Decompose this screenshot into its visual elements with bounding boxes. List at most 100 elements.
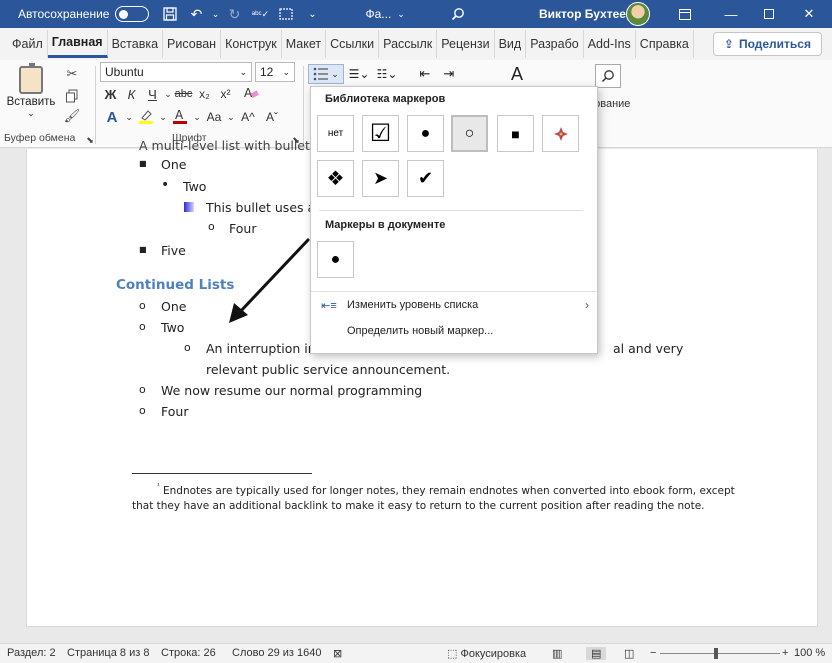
chevron-down-icon[interactable]: ⌄ — [163, 89, 173, 100]
tab-layout[interactable]: Макет — [282, 30, 327, 58]
chevron-down-icon[interactable]: ⌄ — [192, 112, 202, 123]
cut-icon[interactable]: ✂ — [62, 64, 82, 84]
subscript-button[interactable]: x₂ — [194, 87, 215, 101]
clear-formatting-icon[interactable]: A — [236, 86, 266, 103]
avatar[interactable] — [626, 2, 650, 26]
bullet-option-color-star[interactable] — [542, 115, 579, 152]
status-line[interactable]: Строка: 26 — [161, 647, 216, 659]
list-marker: o — [139, 320, 146, 333]
web-layout-icon[interactable]: ◫ — [624, 647, 634, 660]
zoom-out-icon[interactable]: − — [650, 647, 656, 659]
ribbon-display-icon[interactable] — [662, 0, 708, 28]
undo-dropdown-icon[interactable]: ⌄ — [209, 1, 221, 27]
focus-label: Фокусировка — [460, 648, 527, 660]
document-title[interactable]: Фа... ⌄ — [365, 7, 404, 21]
search-icon[interactable] — [595, 64, 621, 88]
zoom-level[interactable]: 100 % — [794, 647, 825, 659]
tab-design[interactable]: Конструк — [221, 30, 282, 58]
font-color-row: A ⌄ ⌄ A ⌄ Aa ⌄ A^ Aˇ — [100, 107, 284, 127]
bullet-option-square[interactable]: ■ — [497, 115, 534, 152]
zoom-slider[interactable] — [660, 653, 780, 654]
font-name-select[interactable]: Ubuntu ⌄ — [100, 62, 252, 82]
text-effects-icon[interactable]: A — [100, 109, 124, 126]
spelling-icon[interactable]: ᵃᵇᶜ✓ — [247, 1, 273, 27]
list-marker: ■ — [139, 245, 147, 254]
tab-add-ins[interactable]: Add-Ins — [584, 30, 636, 58]
bullet-option-hollow-circle[interactable]: ○ — [451, 115, 488, 152]
proofing-icon[interactable]: ⊠ — [333, 647, 342, 660]
customize-qat-icon[interactable]: ⌄ — [299, 1, 325, 27]
copy-icon[interactable] — [62, 86, 82, 106]
search-icon[interactable] — [445, 1, 471, 27]
bullet-option-none[interactable]: нет — [317, 115, 354, 152]
italic-button[interactable]: К — [121, 87, 142, 102]
tab-draw[interactable]: Рисован — [163, 30, 222, 58]
zoom-slider-thumb[interactable] — [714, 648, 718, 659]
change-case-button[interactable]: Aa — [202, 110, 226, 124]
close-icon[interactable]: ✕ — [786, 0, 832, 28]
grow-font-button[interactable]: A^ — [236, 110, 260, 124]
bullet-option-filled-circle[interactable]: ● — [407, 115, 444, 152]
font-name-value: Ubuntu — [105, 65, 144, 79]
save-icon[interactable] — [157, 1, 183, 27]
picture-bullet-icon — [184, 202, 194, 212]
list-item-continuation: al and very — [613, 341, 684, 356]
tab-view[interactable]: Вид — [495, 30, 527, 58]
tab-file[interactable]: Файл — [8, 30, 48, 58]
tab-home[interactable]: Главная — [47, 30, 108, 58]
document-bullet-filled-circle[interactable]: ● — [317, 241, 354, 278]
increase-indent-icon[interactable]: ⇥ — [438, 66, 460, 82]
bullet-library-dropdown: Библиотека маркеров нет ☑ ● ○ ■ ❖ ➤ ✔ Ма… — [310, 86, 598, 354]
bold-button[interactable]: Ж — [100, 87, 121, 102]
bullet-option-checkmark[interactable]: ✔ — [407, 160, 444, 197]
highlight-icon[interactable] — [134, 108, 158, 127]
chevron-down-icon[interactable]: ⌄ — [158, 112, 168, 123]
numbering-icon[interactable]: ☰⌄ — [346, 67, 372, 81]
bullet-option-arrow[interactable]: ➤ — [362, 160, 399, 197]
font-size-select[interactable]: 12 ⌄ — [255, 62, 295, 82]
shrink-font-button[interactable]: Aˇ — [260, 110, 284, 124]
paste-button[interactable]: Вставить ⌄ — [6, 63, 56, 128]
chevron-down-icon[interactable]: ⌄ — [226, 112, 236, 123]
define-new-bullet-item[interactable]: Определить новый маркер... — [311, 320, 597, 342]
bullet-option-checkbox[interactable]: ☑ — [362, 115, 399, 152]
list-item: Two — [183, 179, 207, 194]
tab-references[interactable]: Ссылки — [326, 30, 380, 58]
zoom-in-icon[interactable]: + — [782, 647, 788, 659]
bullet-option-diamond[interactable]: ❖ — [317, 160, 354, 197]
dialog-launcher-icon[interactable]: ⬊ — [80, 130, 100, 150]
style-a-icon[interactable]: A — [494, 64, 540, 85]
font-color-icon[interactable]: A — [168, 108, 192, 127]
user-name[interactable]: Виктор Бухтеев — [539, 7, 633, 21]
status-bar: Раздел: 2 Страница 8 из 8 Строка: 26 Сло… — [0, 643, 832, 663]
print-layout-icon[interactable]: ▤ — [586, 647, 607, 660]
status-section[interactable]: Раздел: 2 — [7, 647, 56, 659]
group-separator — [95, 66, 96, 144]
chevron-down-icon[interactable]: ⌄ — [124, 112, 134, 123]
share-button[interactable]: ⇪ Поделиться — [712, 32, 822, 56]
focus-icon: ⬚ — [447, 648, 458, 660]
undo-icon[interactable]: ↶ — [183, 1, 209, 27]
superscript-button[interactable]: x² — [215, 87, 236, 101]
form-icon[interactable] — [273, 1, 299, 27]
status-words[interactable]: Слово 29 из 1640 — [232, 647, 322, 659]
tab-help[interactable]: Справка — [636, 30, 694, 58]
strikethrough-button[interactable]: abc — [173, 88, 194, 100]
tab-review[interactable]: Рецензи — [437, 30, 495, 58]
focus-mode[interactable]: ⬚ Фокусировка — [447, 647, 526, 660]
tab-mailings[interactable]: Рассылк — [379, 30, 438, 58]
tab-developer[interactable]: Разрабо — [526, 30, 584, 58]
change-list-level-item[interactable]: ⇤≡ Изменить уровень списка › — [311, 294, 597, 316]
read-mode-icon[interactable]: ▥ — [552, 647, 562, 660]
tab-insert[interactable]: Вставка — [108, 30, 164, 58]
decrease-indent-icon[interactable]: ⇤ — [414, 66, 436, 82]
share-icon: ⇪ — [723, 37, 734, 51]
multilevel-list-icon[interactable]: ☷⌄ — [374, 67, 400, 81]
autosave-toggle[interactable] — [115, 6, 150, 22]
chevron-down-icon: ⌄ — [239, 66, 247, 77]
format-painter-icon[interactable]: 🖌 — [62, 106, 82, 126]
redo-icon[interactable]: ↻ — [221, 1, 247, 27]
status-page[interactable]: Страница 8 из 8 — [67, 647, 149, 659]
underline-button[interactable]: Ч — [142, 87, 163, 102]
bullets-button[interactable]: ⌄ — [308, 64, 344, 84]
